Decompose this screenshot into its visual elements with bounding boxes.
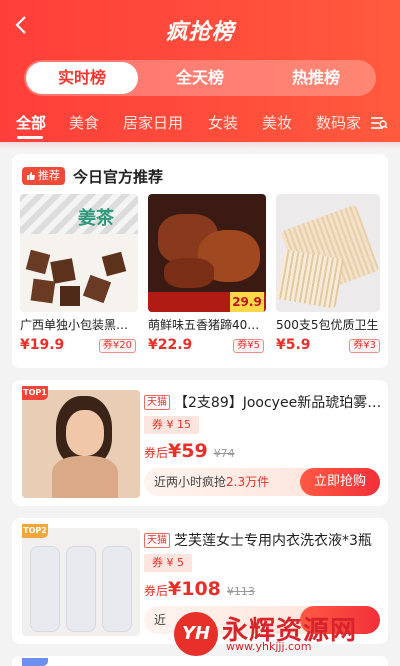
price-value: ¥108 [168, 578, 221, 600]
grab-prefix: 近 [154, 613, 167, 627]
product-image-cotton-swabs[interactable] [276, 194, 380, 312]
grab-bar: 近两小时疯抢2.3万件 立即抢购 [144, 468, 380, 496]
recommend-item[interactable]: 姜茶 广西单独小包装黑… ¥19.9 券¥20 [20, 194, 138, 355]
after-coupon-price: 券后¥59 ¥74 [144, 440, 235, 462]
rank-badge: TOP1 [22, 386, 48, 400]
coupon-label: 券 ¥ 5 [144, 554, 192, 572]
after-coupon-label: 券后 [144, 446, 169, 460]
watermark: YH 永辉资源网 www.yhkjjj.com [174, 610, 384, 658]
coupon-badge: 券¥3 [349, 339, 380, 353]
watermark-url: www.yhkjjj.com [226, 640, 312, 653]
category-beauty[interactable]: 美妆 [262, 112, 292, 133]
product-image-pig-trotters[interactable]: 29.9 [148, 194, 266, 312]
rank-badge-partial [22, 658, 48, 666]
coupon-badge: 券¥5 [233, 339, 264, 353]
recommend-item[interactable]: 500支5包优质卫生… ¥5.9 券¥3 [276, 194, 380, 355]
promo-price-tag: 29.9 [230, 292, 264, 312]
after-coupon-price: 券后¥108 ¥113 [144, 578, 255, 600]
price-value: ¥59 [168, 440, 208, 462]
recommend-badge-label: 推荐 [38, 169, 60, 182]
coupon-label: 券 ¥ 15 [144, 416, 199, 434]
original-price: ¥113 [226, 585, 255, 598]
tab-hot[interactable]: 热推榜 [264, 60, 368, 96]
grab-stats: 近 [154, 606, 166, 634]
category-women[interactable]: 女装 [208, 112, 238, 133]
coupon-badge: 券¥20 [98, 339, 136, 353]
grab-prefix: 近两小时疯抢 [154, 475, 227, 489]
recommend-header: 推荐 今日官方推荐 [22, 166, 163, 186]
recommend-item-price: ¥5.9 券¥3 [276, 337, 380, 355]
recommend-item-name: 萌鲜味五香猪蹄40… [148, 318, 260, 332]
rank-badge: TOP2 [22, 524, 48, 538]
product-title: 天猫 芝芙莲女士专用内衣洗衣液*3瓶 [144, 530, 382, 550]
category-all[interactable]: 全部 [16, 112, 46, 133]
ranking-segment-control: 实时榜 全天榜 热推榜 [24, 60, 376, 96]
product-title-text: 【2支89】Joocyee新品琥珀雾… [174, 395, 382, 411]
price-value: ¥19.9 [20, 337, 65, 353]
recommend-item-name: 广西单独小包装黑… [20, 318, 129, 332]
after-coupon-label: 券后 [144, 584, 169, 598]
page-title: 疯抢榜 [165, 20, 235, 45]
product-title: 天猫 【2支89】Joocyee新品琥珀雾… [144, 392, 382, 412]
recommend-item-price: ¥19.9 券¥20 [20, 337, 138, 355]
price-value: ¥22.9 [148, 337, 193, 353]
category-menu-icon[interactable] [370, 114, 388, 132]
category-bar: 全部 美食 居家日用 女装 美妆 数码家 [0, 112, 400, 140]
tab-realtime[interactable]: 实时榜 [26, 62, 138, 94]
category-digital[interactable]: 数码家 [316, 112, 361, 133]
ginger-tea-label: 姜茶 [78, 208, 114, 229]
recommend-item-name: 500支5包优质卫生… [276, 318, 380, 332]
tmall-badge: 天猫 [144, 394, 170, 410]
category-home[interactable]: 居家日用 [123, 112, 183, 133]
product-card[interactable]: TOP1 天猫 【2支89】Joocyee新品琥珀雾… 券 ¥ 15 券后¥59… [12, 380, 388, 506]
product-image-laundry-detergent[interactable] [22, 528, 140, 636]
recommend-title: 今日官方推荐 [73, 167, 164, 186]
recommend-item[interactable]: 29.9 萌鲜味五香猪蹄40… ¥22.9 券¥5 [148, 194, 266, 355]
recommend-badge: 推荐 [22, 167, 65, 185]
price-value: ¥5.9 [276, 337, 311, 353]
thumbs-up-icon [27, 172, 35, 180]
grab-count: 2.3万件 [226, 475, 270, 489]
buy-now-button[interactable]: 立即抢购 [300, 468, 380, 496]
product-title-text: 芝芙莲女士专用内衣洗衣液*3瓶 [174, 533, 372, 549]
original-price: ¥74 [213, 447, 235, 460]
recommend-item-price: ¥22.9 券¥5 [148, 337, 266, 355]
tmall-badge: 天猫 [144, 532, 170, 548]
category-underline [17, 136, 43, 139]
tab-all-day[interactable]: 全天榜 [148, 60, 252, 96]
recommend-card: 推荐 今日官方推荐 姜茶 广西单独小包装黑… ¥19.9 券¥20 29.9 萌… [12, 154, 388, 368]
category-food[interactable]: 美食 [69, 112, 99, 133]
grab-stats: 近两小时疯抢2.3万件 [154, 468, 269, 496]
watermark-logo: YH [174, 612, 218, 656]
product-image-joocyee[interactable] [22, 390, 140, 498]
product-image-ginger-tea[interactable]: 姜茶 [20, 194, 138, 312]
